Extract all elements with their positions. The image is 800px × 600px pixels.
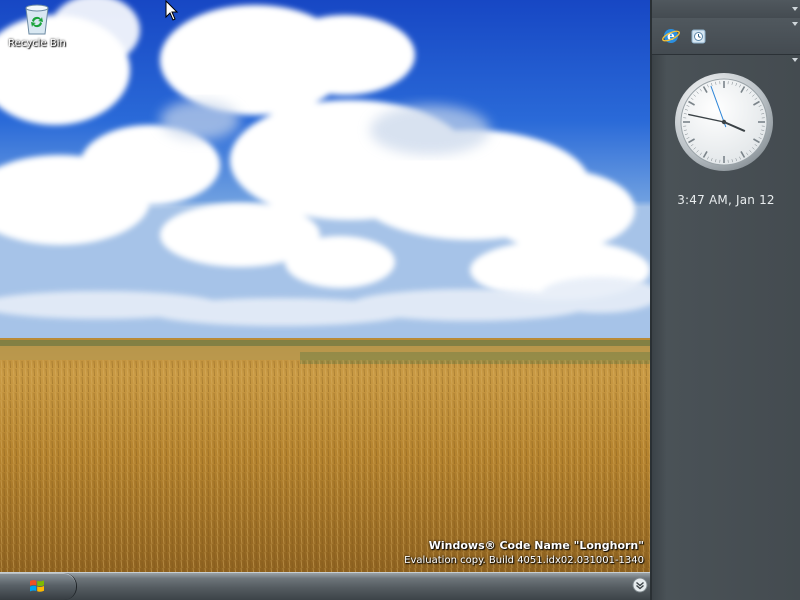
quick-launch-menu-arrow-icon[interactable]	[792, 22, 798, 26]
recycle-bin-shortcut[interactable]: Recycle Bin	[4, 2, 70, 49]
watermark-title: Windows® Code Name "Longhorn"	[428, 539, 644, 552]
sidebar-quick-launch: e	[652, 18, 800, 55]
start-button[interactable]	[0, 573, 77, 600]
windows-logo-icon	[30, 580, 44, 592]
evaluation-watermark: Windows® Code Name "Longhorn" Evaluation…	[404, 538, 644, 568]
mouse-pointer-icon	[165, 0, 179, 21]
sidebar-menu-arrow-icon[interactable]	[792, 7, 798, 11]
screen: Recycle Bin Windows® Code Name "Longhorn…	[0, 0, 800, 600]
sidebar: e 3:47 AM, Jan 12	[650, 0, 800, 600]
clock-tile-icon[interactable]	[690, 27, 708, 45]
analog-clock[interactable]	[674, 72, 774, 172]
wallpaper	[0, 0, 650, 572]
watermark-build: Evaluation copy. Build 4051.idx02.031001…	[404, 555, 644, 566]
internet-explorer-icon[interactable]: e	[662, 27, 680, 45]
recycle-bin-label: Recycle Bin	[8, 38, 66, 49]
desktop[interactable]: Recycle Bin Windows® Code Name "Longhorn…	[0, 0, 650, 572]
clock-gadget-menu-arrow-icon[interactable]	[792, 58, 798, 62]
chevron-down-icon[interactable]	[632, 577, 648, 593]
taskbar	[0, 572, 650, 600]
recycle-bin-icon	[21, 2, 53, 36]
clock-time-text: 3:47 AM, Jan 12	[677, 193, 775, 207]
sidebar-header-band	[652, 0, 800, 19]
